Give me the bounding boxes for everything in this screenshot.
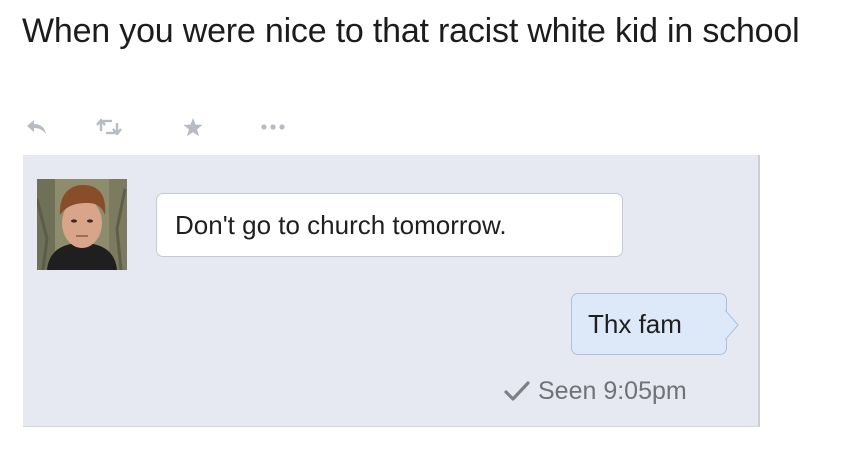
- retweet-icon[interactable]: [94, 112, 124, 142]
- favorite-icon[interactable]: [178, 112, 208, 142]
- outgoing-message-text: Thx fam: [588, 308, 682, 339]
- avatar: [37, 179, 127, 270]
- more-icon[interactable]: [258, 112, 288, 142]
- incoming-message-text: Don't go to church tomorrow.: [175, 209, 507, 240]
- chat-panel: Don't go to church tomorrow. Thx fam See…: [23, 155, 760, 427]
- outgoing-message-bubble: Thx fam: [571, 293, 739, 355]
- reply-icon[interactable]: [22, 112, 52, 142]
- bubble-tail-icon: [725, 310, 739, 340]
- incoming-message-bubble: Don't go to church tomorrow.: [156, 193, 623, 257]
- seen-status-text: Seen 9:05pm: [538, 376, 687, 405]
- checkmark-icon: [504, 381, 530, 401]
- tweet-text: When you were nice to that racist white …: [22, 12, 800, 50]
- seen-status: Seen 9:05pm: [504, 371, 687, 411]
